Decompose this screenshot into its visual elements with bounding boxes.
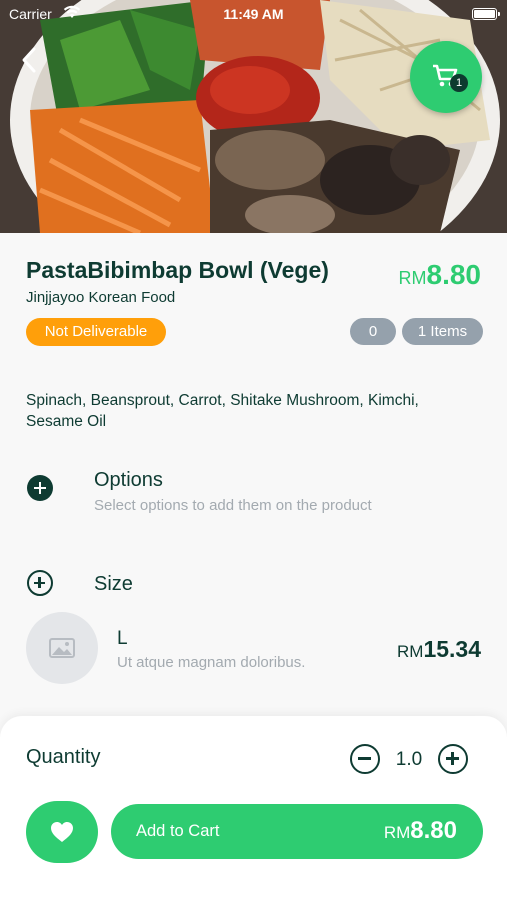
product-price: RM8.80 — [399, 259, 482, 291]
add-size-icon[interactable] — [27, 570, 53, 596]
battery-icon — [472, 8, 500, 20]
image-placeholder-icon — [49, 638, 75, 658]
add-to-cart-label: Add to Cart — [136, 822, 220, 840]
add-option-icon[interactable] — [27, 475, 53, 501]
vendor-name: Jinjjayoo Korean Food — [26, 289, 176, 306]
add-to-cart-price: RM8.80 — [384, 817, 457, 845]
variant-price: RM15.34 — [397, 636, 481, 663]
quantity-label: Quantity — [26, 746, 101, 768]
price-amount: 8.80 — [426, 259, 482, 290]
options-subtitle: Select options to add them on the produc… — [94, 497, 372, 514]
variant-thumbnail[interactable] — [26, 612, 98, 684]
stock-count-badge: 0 — [350, 318, 396, 345]
status-bar: Carrier 11:49 AM — [0, 0, 507, 28]
clock: 11:49 AM — [223, 6, 284, 22]
quantity-decrease-button[interactable] — [350, 744, 380, 774]
product-title: PastaBibimbap Bowl (Vege) — [26, 257, 329, 283]
favorite-button[interactable] — [26, 801, 98, 863]
delivery-status-badge: Not Deliverable — [26, 318, 166, 346]
back-button[interactable] — [14, 42, 44, 78]
cart-badge: 1 — [450, 74, 468, 92]
product-ingredients: Spinach, Beansprout, Carrot, Shitake Mus… — [26, 392, 419, 430]
variant-description: Ut atque magnam doloribus. — [117, 654, 306, 671]
product-hero-image — [0, 0, 507, 233]
variant-price-amount: 15.34 — [423, 636, 481, 662]
quantity-increase-button[interactable] — [438, 744, 468, 774]
add-to-cart-amount: 8.80 — [410, 817, 457, 844]
variant-name: L — [117, 628, 128, 649]
cart-button[interactable]: 1 — [410, 41, 482, 113]
size-title: Size — [94, 573, 133, 595]
options-title: Options — [94, 469, 163, 491]
items-count-badge: 1 Items — [402, 318, 483, 345]
chevron-left-icon — [22, 47, 36, 73]
add-to-cart-button[interactable]: Add to Cart RM8.80 — [111, 804, 483, 859]
heart-icon — [51, 822, 73, 842]
add-to-cart-currency: RM — [383, 823, 411, 842]
variant-price-currency: RM — [396, 642, 424, 661]
price-currency: RM — [398, 268, 427, 288]
quantity-value: 1.0 — [395, 749, 423, 770]
